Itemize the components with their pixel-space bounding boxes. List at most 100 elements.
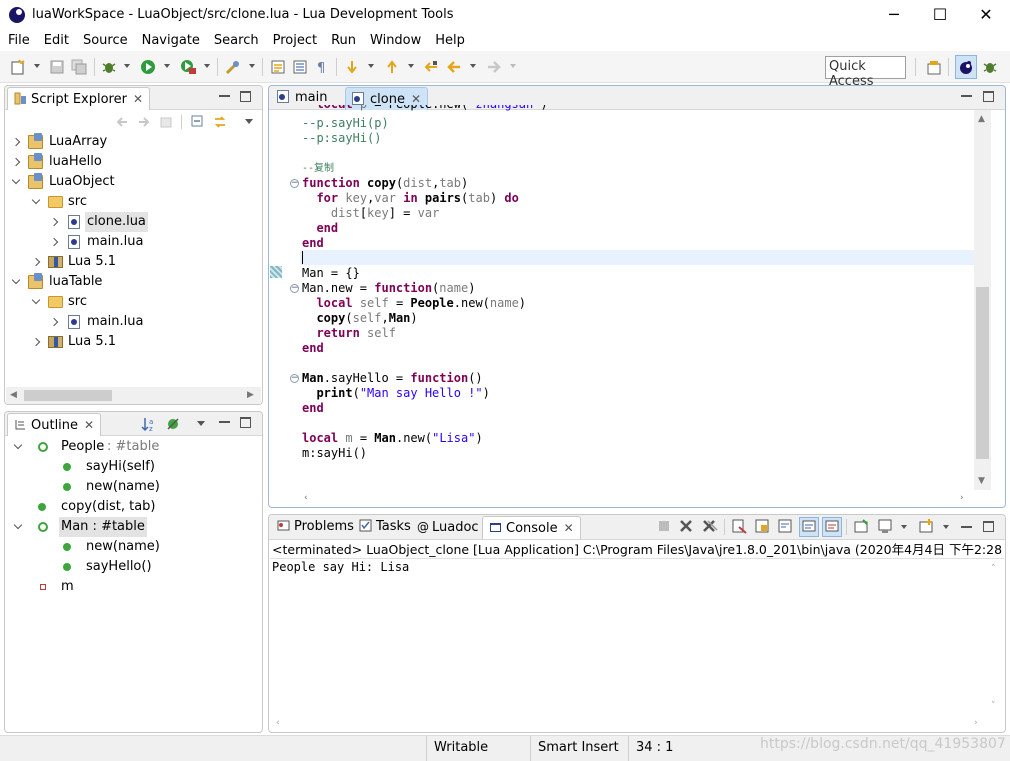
menu-project[interactable]: Project [266,31,324,51]
menu-edit[interactable]: Edit [37,31,76,51]
collapse-icon[interactable] [13,440,23,450]
maximize-view-icon[interactable] [240,91,251,102]
collapse-icon[interactable] [31,195,41,205]
clear-console-icon[interactable] [732,519,747,534]
back-icon[interactable] [115,115,129,129]
scroll-left-icon[interactable]: ‹ [304,493,308,503]
collapse-icon[interactable] [31,295,41,305]
tree-item-luahello[interactable]: luaHello [5,152,260,172]
display-console-dropdown-icon[interactable] [901,525,907,529]
tree-item-clone-lua[interactable]: clone.lua [5,212,260,232]
minimize-view-icon[interactable] [219,417,230,423]
outline-item-new[interactable]: new(name) [5,477,260,497]
view-menu-icon[interactable] [245,119,253,124]
outline-item-m[interactable]: m [5,577,260,597]
collapse-icon[interactable] [11,175,21,185]
sort-icon[interactable]: az [141,416,157,432]
tree-item-main-lua[interactable]: main.lua [5,232,260,252]
forward-dropdown-icon[interactable] [510,64,516,68]
save-all-icon[interactable] [71,59,87,75]
outline-item-man[interactable]: Man : #table [5,517,260,537]
scrollbar-thumb[interactable] [24,390,112,401]
close-tab-icon[interactable]: ✕ [411,92,421,106]
outline-item-copy[interactable]: copy(dist, tab) [5,497,260,517]
maximize-view-icon[interactable] [983,521,994,532]
minimize-button[interactable]: ─ [871,0,917,31]
expand-icon[interactable] [11,137,21,147]
back-dropdown-icon[interactable] [470,64,476,68]
tree-item-luaobject[interactable]: LuaObject [5,172,260,192]
scroll-right-icon[interactable]: › [960,493,964,503]
expand-icon[interactable] [31,337,41,347]
expand-icon[interactable] [49,317,59,327]
tree-item-luatable[interactable]: luaTable [5,272,260,292]
tab-tasks[interactable]: Tasks [353,516,417,539]
fold-toggle-icon[interactable]: − [290,284,299,293]
close-tab-icon[interactable]: ✕ [564,521,574,535]
scroll-lock-icon[interactable] [755,519,770,534]
scroll-down-icon[interactable]: ˅ [991,701,996,711]
menu-file[interactable]: File [0,31,37,51]
menu-help[interactable]: Help [428,31,472,51]
expand-icon[interactable] [49,217,59,227]
open-perspective-icon[interactable] [926,59,942,75]
pin-console-icon[interactable] [854,519,869,534]
new-file-icon[interactable] [10,59,26,75]
previous-annotation-dropdown-icon[interactable] [408,64,414,68]
scroll-up-icon[interactable]: ˄ [991,564,996,574]
scrollbar-thumb[interactable] [976,287,989,459]
tree-item-lua51[interactable]: Lua 5.1 [5,332,260,352]
tab-script-explorer[interactable]: Script Explorer ✕ [7,87,151,110]
tab-outline[interactable]: Outline ✕ [7,413,102,436]
minimize-view-icon[interactable] [961,91,972,97]
tab-problems[interactable]: Problems [271,516,360,539]
outline-item-new[interactable]: new(name) [5,537,260,557]
expand-icon[interactable] [31,257,41,267]
external-tools-dropdown-icon[interactable] [204,64,210,68]
scroll-right-icon[interactable]: ▶ [247,390,254,400]
console-horizontal-scrollbar[interactable]: ‹ › [270,715,987,731]
outline-item-people[interactable]: People : #table [5,437,260,457]
next-annotation-icon[interactable] [344,59,360,75]
view-menu-icon[interactable] [197,421,205,426]
minimize-view-icon[interactable] [219,91,230,97]
open-type-icon[interactable] [225,59,241,75]
collapse-all-icon[interactable] [191,115,205,129]
menu-search[interactable]: Search [207,31,266,51]
last-edit-location-icon[interactable] [423,59,439,75]
outline-item-sayhello[interactable]: sayHello() [5,557,260,577]
menu-run[interactable]: Run [324,31,363,51]
scroll-left-icon[interactable]: ◀ [10,390,17,400]
debug-icon[interactable] [101,59,117,75]
new-dropdown-icon[interactable] [34,64,40,68]
open-console-dropdown-icon[interactable] [943,525,949,529]
forward-icon[interactable] [486,59,502,75]
scroll-right-icon[interactable]: › [974,718,978,728]
collapse-icon[interactable] [13,520,23,530]
remove-all-terminated-icon[interactable] [702,519,718,533]
close-tab-icon[interactable]: ✕ [84,418,94,432]
tree-item-main-lua[interactable]: main.lua [5,312,260,332]
collapse-icon[interactable] [11,275,21,285]
tree-item-src[interactable]: src [5,292,260,312]
debug-dropdown-icon[interactable] [124,64,130,68]
tree-item-lua51[interactable]: Lua 5.1 [5,252,260,272]
external-tools-icon[interactable] [180,59,196,75]
run-dropdown-icon[interactable] [164,64,170,68]
tree-item-src[interactable]: src [5,192,260,212]
editor-horizontal-scrollbar[interactable]: ‹ › [298,490,974,506]
menu-source[interactable]: Source [76,31,135,51]
scroll-down-icon[interactable]: ▼ [978,476,985,486]
next-annotation-dropdown-icon[interactable] [368,64,374,68]
debug-perspective-icon[interactable] [982,59,998,75]
toggle-block-selection-icon[interactable] [292,59,308,75]
save-icon[interactable] [49,59,65,75]
forward-icon[interactable] [137,115,151,129]
previous-annotation-icon[interactable] [384,59,400,75]
show-whitespace-icon[interactable]: ¶ [314,59,330,75]
open-console-icon[interactable] [919,519,934,534]
close-tab-icon[interactable]: ✕ [133,92,143,106]
code-editor[interactable]: local p = People.new("zhangsan") --p.say… [302,105,974,490]
minimize-view-icon[interactable] [961,522,972,528]
lua-perspective-button[interactable] [955,55,977,79]
